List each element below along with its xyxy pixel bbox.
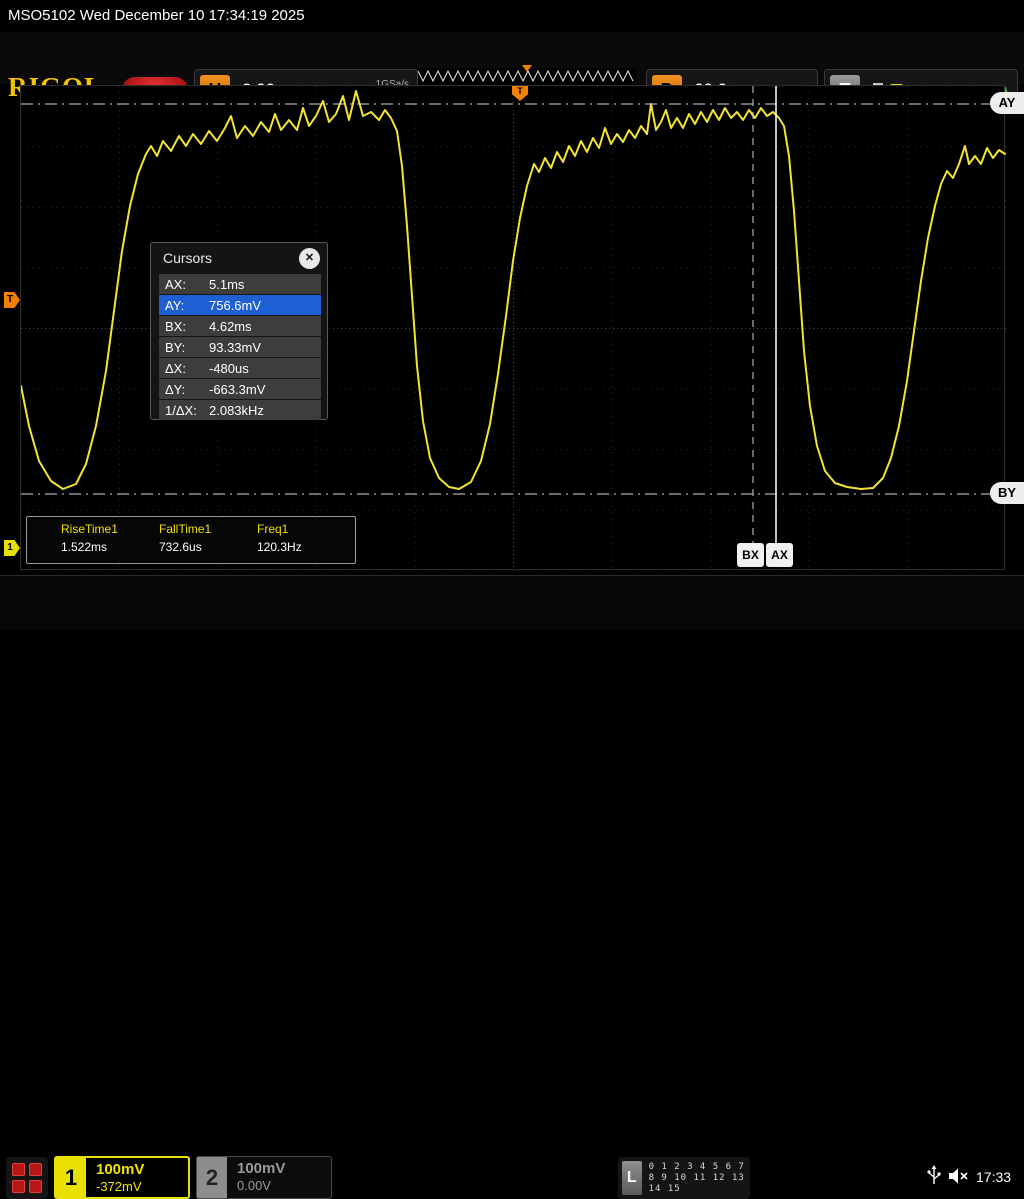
trigger-level-marker-icon[interactable]: T (4, 292, 20, 308)
channel2-status[interactable]: 2 100mV 0.00V (196, 1156, 332, 1199)
usb-icon (927, 1165, 941, 1187)
logic-row-8-15: 8 9 10 11 12 13 14 15 (649, 1173, 750, 1195)
logic-icon: L (622, 1161, 642, 1195)
header-bar: RIGOL STOP H 2.00ms 1GSa/s 20Mpts Measur… (0, 32, 1024, 84)
cursors-panel-title: Cursors (163, 250, 212, 266)
cursors-panel: Cursors ✕ AX: 5.1ms AY: 756.6mV BX: 4.62… (150, 242, 328, 420)
measurement-risetime: RiseTime1 1.522ms (61, 517, 159, 563)
cursor-row-dx[interactable]: ΔX: -480us (159, 358, 321, 378)
channel1-scale: 100mV (96, 1161, 144, 1178)
measurements-panel: RiseTime1 1.522ms FallTime1 732.6us Freq… (26, 516, 356, 564)
cursor-ay-tab[interactable]: AY (990, 92, 1024, 114)
cursor-row-ay-selected[interactable]: AY: 756.6mV (159, 295, 321, 315)
window-title: MSO5102 Wed December 10 17:34:19 2025 (0, 0, 1024, 32)
cursor-ax-tag[interactable]: AX (766, 543, 793, 567)
channel1-status[interactable]: 1 100mV -372mV (54, 1156, 190, 1199)
cursor-row-ax[interactable]: AX: 5.1ms (159, 274, 321, 294)
measurement-falltime: FallTime1 732.6us (159, 517, 257, 563)
cursor-row-inv-dx[interactable]: 1/ΔX: 2.083kHz (159, 400, 321, 420)
channel2-offset: 0.00V (237, 1178, 285, 1193)
channel2-number: 2 (197, 1157, 227, 1198)
logic-channels-status[interactable]: L 0 1 2 3 4 5 6 7 8 9 10 11 12 13 14 15 (618, 1157, 750, 1199)
cursor-by-tab[interactable]: BY (990, 482, 1024, 504)
cursor-row-by[interactable]: BY: 93.33mV (159, 337, 321, 357)
close-icon[interactable]: ✕ (299, 248, 320, 269)
channel1-position-marker-icon[interactable]: 1 (4, 540, 20, 556)
measurement-freq: Freq1 120.3Hz (257, 517, 355, 563)
channel1-offset: -372mV (96, 1179, 144, 1194)
speaker-muted-icon[interactable] (948, 1167, 970, 1185)
menu-grid-icon[interactable] (6, 1157, 48, 1199)
clock: 17:33 (976, 1169, 1011, 1185)
channel2-scale: 100mV (237, 1160, 285, 1177)
logic-row-0-7: 0 1 2 3 4 5 6 7 (649, 1162, 750, 1173)
overview-trigger-position-icon[interactable] (522, 65, 532, 72)
cursor-bx-tag[interactable]: BX (737, 543, 764, 567)
channel1-number: 1 (56, 1158, 86, 1197)
waveform-overview[interactable] (418, 68, 636, 84)
cursor-row-dy[interactable]: ΔY: -663.3mV (159, 379, 321, 399)
bottom-status-bar: 1 100mV -372mV 2 100mV 0.00V L 0 1 2 3 4… (0, 575, 1024, 630)
cursor-row-bx[interactable]: BX: 4.62ms (159, 316, 321, 336)
cursors-rows: AX: 5.1ms AY: 756.6mV BX: 4.62ms BY: 93.… (159, 274, 321, 421)
